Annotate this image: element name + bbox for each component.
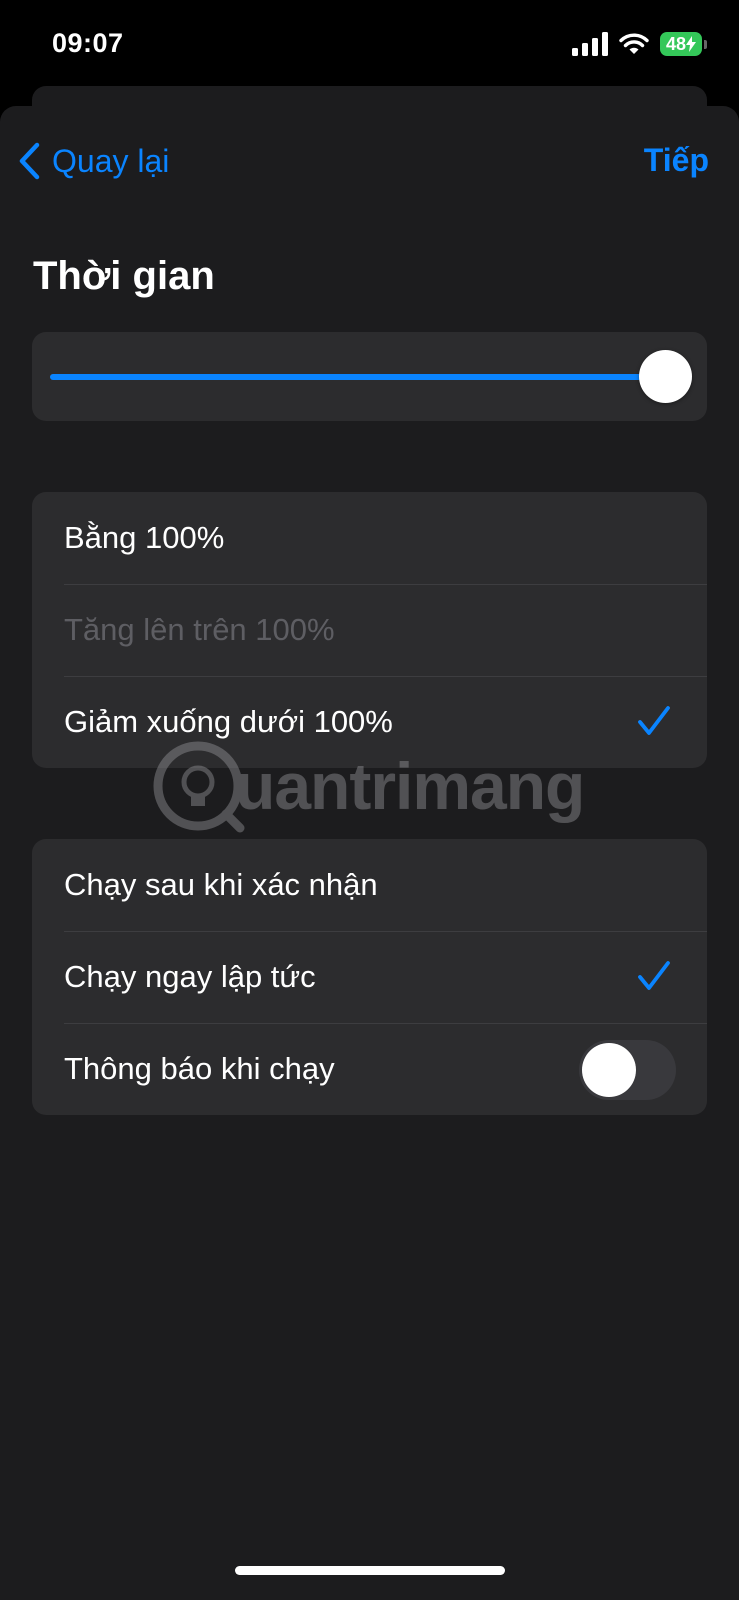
watermark-text: uantrimang (235, 749, 585, 823)
chevron-left-icon (19, 142, 40, 180)
next-button[interactable]: Tiếp (644, 142, 709, 179)
battery-tip (704, 39, 707, 49)
watermark-logo: uantrimang (150, 738, 590, 834)
checkmark-icon (638, 961, 670, 990)
notify-when-run-row: Thông báo khi chạy (32, 1023, 707, 1115)
run-options-group: Chạy sau khi xác nhận Chạy ngay lập tức … (32, 839, 707, 1115)
battery-level: 48 (660, 32, 702, 56)
status-icons: 48 (572, 32, 707, 56)
option-run-after-confirm[interactable]: Chạy sau khi xác nhận (32, 839, 707, 931)
cellular-signal-icon (572, 32, 608, 56)
checkmark-icon (638, 706, 670, 735)
back-label: Quay lại (52, 142, 170, 179)
comparison-options-group: Bằng 100% Tăng lên trên 100% Giảm xuống … (32, 492, 707, 768)
section-title: Thời gian (33, 254, 215, 298)
notify-toggle[interactable] (579, 1040, 676, 1100)
duration-slider-card (32, 332, 707, 421)
slider-thumb[interactable] (639, 350, 692, 403)
wifi-icon (619, 33, 649, 54)
option-label: Chạy ngay lập tức (64, 959, 316, 994)
modal-sheet: Quay lại Tiếp Thời gian Bằng 100% Tăng l… (0, 106, 739, 1600)
slider-fill (50, 374, 678, 380)
option-label: Bằng 100% (64, 520, 225, 555)
toggle-knob (582, 1043, 636, 1097)
home-indicator[interactable] (235, 1566, 505, 1575)
option-label: Tăng lên trên 100% (64, 612, 335, 647)
slider-track[interactable] (50, 374, 678, 380)
lightbulb-logo-icon (153, 741, 245, 833)
option-run-immediately[interactable]: Chạy ngay lập tức (32, 931, 707, 1023)
option-label: Chạy sau khi xác nhận (64, 867, 378, 902)
status-time: 09:07 (52, 28, 124, 58)
option-equal[interactable]: Bằng 100% (32, 492, 707, 584)
battery-percent: 48 (665, 33, 687, 54)
status-bar: 09:07 48 (0, 0, 739, 90)
battery-icon: 48 (660, 32, 707, 56)
option-label: Giảm xuống dưới 100% (64, 704, 393, 739)
charging-bolt-icon (686, 36, 697, 52)
back-button[interactable]: Quay lại (18, 142, 169, 180)
option-above: Tăng lên trên 100% (32, 584, 707, 676)
notify-label: Thông báo khi chạy (64, 1051, 335, 1086)
